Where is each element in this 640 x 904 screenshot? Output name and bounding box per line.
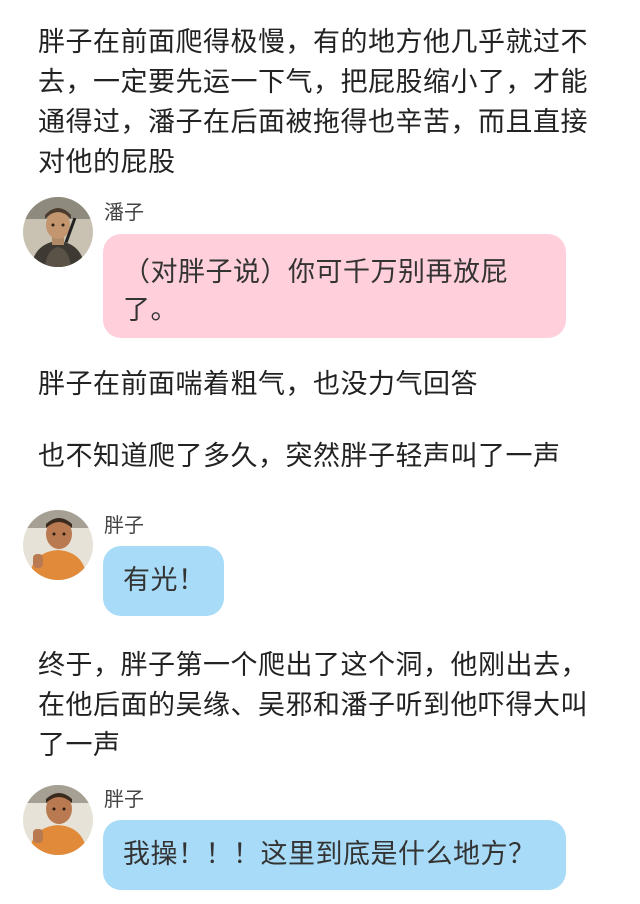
avatar-pangzi[interactable] <box>23 510 93 580</box>
avatar-pangzi[interactable] <box>23 785 93 855</box>
chat-bubble: 我操！！！这里到底是什么地方？ <box>103 820 566 890</box>
character-avatar-pangzi-icon <box>23 785 93 855</box>
narration-paragraph: 胖子在前面喘着粗气，也没力气回答 <box>38 369 478 400</box>
character-avatar-pangzi-icon <box>23 510 93 580</box>
narration-paragraph: 胖子在前面爬得极慢，有的地方他几乎就过不去，一定要先运一下气，把屁股缩小了，才能… <box>38 27 588 178</box>
avatar-panzi[interactable] <box>23 197 93 267</box>
speaker-name: 胖子 <box>104 787 144 811</box>
narration-paragraph: 也不知道爬了多久，突然胖子轻声叫了一声 <box>38 441 561 472</box>
chat-bubble: （对胖子说）你可千万别再放屁了。 <box>103 234 566 338</box>
speaker-name: 潘子 <box>104 200 144 224</box>
narration-paragraph: 终于，胖子第一个爬出了这个洞，他刚出去，在他后面的吴缘、吴邪和潘子听到他吓得大叫… <box>38 650 588 761</box>
chat-bubble: 有光！ <box>103 546 224 616</box>
character-avatar-panzi-icon <box>23 197 93 267</box>
speaker-name: 胖子 <box>104 513 144 537</box>
